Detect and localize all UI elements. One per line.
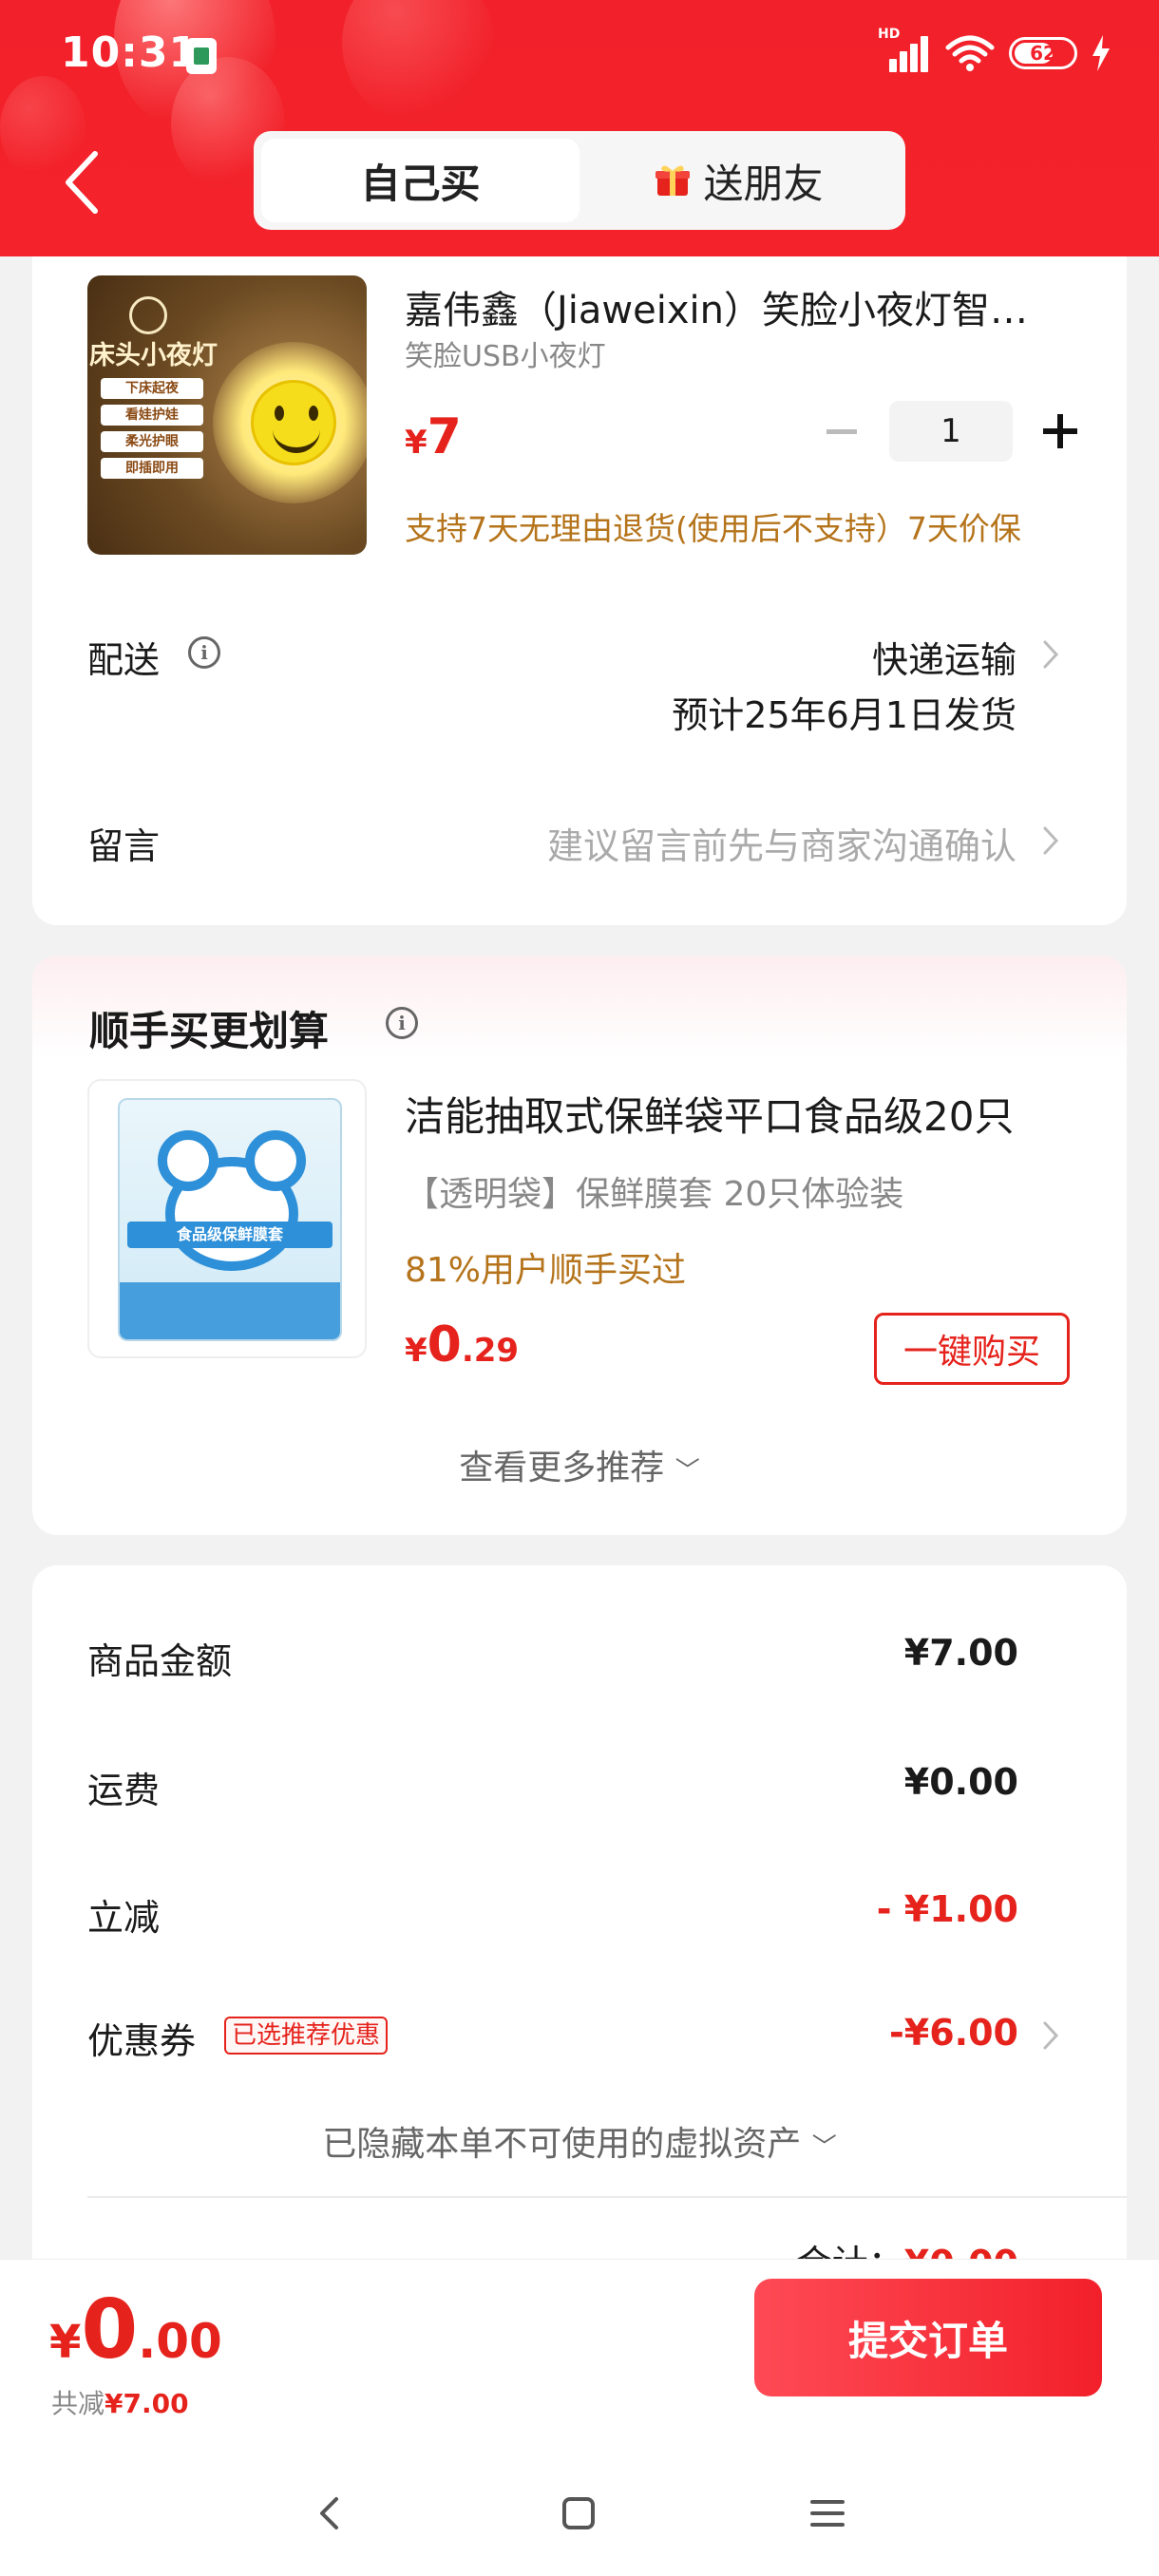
currency-symbol: ¥ <box>405 1332 428 1370</box>
delivery-label: 配送 <box>87 639 161 681</box>
gift-icon <box>656 165 691 196</box>
quantity-value[interactable]: 1 <box>889 401 1013 462</box>
chevron-right-icon[interactable] <box>1041 2019 1060 2052</box>
product-name[interactable]: 嘉伟鑫（Jiaweixin）笑脸小夜灯智… <box>405 279 1089 334</box>
nav-back-icon[interactable] <box>306 2490 353 2537</box>
quantity-stepper: 1 <box>821 401 1081 462</box>
chevron-down-icon: ﹀ <box>811 2133 837 2162</box>
price-summary-card: 商品金额 ¥7.00 运费 ¥0.00 立减 - ¥1.00 优惠券 已选推荐优… <box>32 1565 1127 2287</box>
signal-icon: HD <box>878 27 931 72</box>
addon-recommendation-card: 顺手买更划算 i 食品级保鲜膜套 洁能抽取式保鲜袋平口食品级20只 【透明袋】保… <box>32 956 1127 1535</box>
sim-card-icon <box>186 38 217 74</box>
addon-product-name[interactable]: 洁能抽取式保鲜袋平口食品级20只 <box>405 1085 1014 1143</box>
info-icon[interactable]: i <box>188 636 220 669</box>
price-decimal: .29 <box>461 1332 520 1370</box>
price-integer: 0 <box>427 1316 462 1373</box>
minus-icon <box>826 428 857 434</box>
discount-value: - ¥1.00 <box>876 1888 1018 1930</box>
see-more-recommendations[interactable]: 查看更多推荐 ﹀ <box>32 1440 1127 1489</box>
addon-price: ¥0.29 <box>405 1316 519 1373</box>
hidden-assets-toggle[interactable]: 已隐藏本单不可使用的虚拟资产 ﹀ <box>32 2116 1127 2166</box>
summary-label: 运费 <box>87 1770 161 1811</box>
baby-face-icon <box>129 296 167 334</box>
chevron-right-icon[interactable] <box>1041 824 1060 857</box>
saved-label: 共减 <box>51 2388 105 2419</box>
bear-logo-icon <box>158 1130 306 1271</box>
addon-product-spec[interactable]: 【透明袋】保鲜膜套 20只体验装 <box>405 1166 903 1216</box>
wifi-icon <box>945 35 995 71</box>
tab-send-to-friend[interactable]: 送朋友 <box>580 139 898 222</box>
product-price: ¥7 <box>405 408 462 465</box>
image-tag: 柔光护眼 <box>101 431 203 452</box>
message-label: 留言 <box>87 825 161 867</box>
divider <box>87 2196 1127 2198</box>
tab-buy-for-self[interactable]: 自己买 <box>261 139 580 222</box>
return-policy[interactable]: 支持7天无理由退货(使用后不支持）7天价保 <box>405 503 1021 549</box>
pay-amount: ¥0.00 <box>49 2282 222 2377</box>
see-more-label: 查看更多推荐 <box>459 1449 665 1487</box>
decrease-quantity-button[interactable] <box>821 403 863 460</box>
status-bar: 10:31 HD 62 <box>0 0 1159 114</box>
image-tag: 看娃护娃 <box>101 405 203 426</box>
summary-value: ¥0.00 <box>903 1761 1018 1803</box>
info-icon[interactable]: i <box>386 1007 418 1039</box>
price-amount: 7 <box>427 408 462 465</box>
status-time: 10:31 <box>61 28 200 77</box>
purchase-mode-tabs: 自己买 送朋友 <box>254 131 905 230</box>
chevron-right-icon[interactable] <box>1041 638 1060 671</box>
delivery-estimate: 预计25年6月1日发货 <box>672 694 1016 736</box>
pay-integer: 0 <box>81 2282 139 2377</box>
chevron-down-icon: ﹀ <box>674 1457 700 1486</box>
header: 10:31 HD 62 自己买 送朋友 <box>0 0 1159 256</box>
summary-label: 商品金额 <box>87 1640 233 1682</box>
coupon-value[interactable]: -¥6.00 <box>889 2012 1018 2054</box>
addon-social-proof: 81%用户顺手买过 <box>405 1251 687 1290</box>
submit-order-button[interactable]: 提交订单 <box>754 2279 1102 2396</box>
battery-icon: 62 <box>1009 37 1077 69</box>
pay-decimal: .00 <box>138 2314 222 2369</box>
image-title: 床头小夜灯 <box>89 341 218 370</box>
coupon-label: 优惠券 <box>87 2020 197 2062</box>
message-input[interactable]: 建议留言前先与商家沟通确认 <box>547 817 1016 869</box>
saved-value: ¥7.00 <box>104 2388 189 2419</box>
addon-product-thumbnail[interactable]: 食品级保鲜膜套 <box>87 1079 367 1358</box>
image-band: 食品级保鲜膜套 <box>127 1222 332 1248</box>
nav-menu-icon[interactable] <box>804 2490 851 2537</box>
product-thumbnail[interactable]: 床头小夜灯 下床起夜 看娃护娃 柔光护眼 即插即用 <box>87 275 367 555</box>
one-click-buy-button[interactable]: 一键购买 <box>874 1313 1070 1385</box>
product-spec[interactable]: 笑脸USB小夜灯 <box>405 332 606 374</box>
order-item-card: 床头小夜灯 下床起夜 看娃护娃 柔光护眼 即插即用 嘉伟鑫（Jiaweixin）… <box>32 256 1127 925</box>
system-nav-bar <box>0 2459 1159 2564</box>
tab-label: 自己买 <box>360 160 481 207</box>
summary-value: ¥7.00 <box>903 1632 1018 1674</box>
package-bottom <box>120 1282 340 1339</box>
currency-symbol: ¥ <box>49 2316 82 2369</box>
delivery-method[interactable]: 快递运输 <box>872 631 1016 683</box>
tab-label: 送朋友 <box>703 160 824 207</box>
image-tag: 下床起夜 <box>101 378 203 399</box>
battery-level: 62 <box>1030 42 1056 65</box>
total-saved[interactable]: 共减¥7.00 <box>51 2383 189 2421</box>
increase-quantity-button[interactable] <box>1039 403 1081 460</box>
section-title: 顺手买更划算 <box>89 1008 330 1054</box>
checkout-bar: ¥0.00 共减¥7.00 提交订单 <box>0 2259 1159 2576</box>
coupon-badge[interactable]: 已选推荐优惠 <box>224 2017 389 2055</box>
bag-package: 食品级保鲜膜套 <box>118 1098 342 1341</box>
nav-home-icon[interactable] <box>555 2490 602 2537</box>
smiley-face-icon <box>251 380 336 465</box>
image-tag: 即插即用 <box>101 458 203 479</box>
hidden-assets-label: 已隐藏本单不可使用的虚拟资产 <box>322 2125 802 2164</box>
summary-label: 立减 <box>87 1897 161 1939</box>
back-arrow-icon[interactable] <box>59 144 106 220</box>
currency-symbol: ¥ <box>405 424 428 462</box>
charging-icon <box>1092 35 1110 71</box>
